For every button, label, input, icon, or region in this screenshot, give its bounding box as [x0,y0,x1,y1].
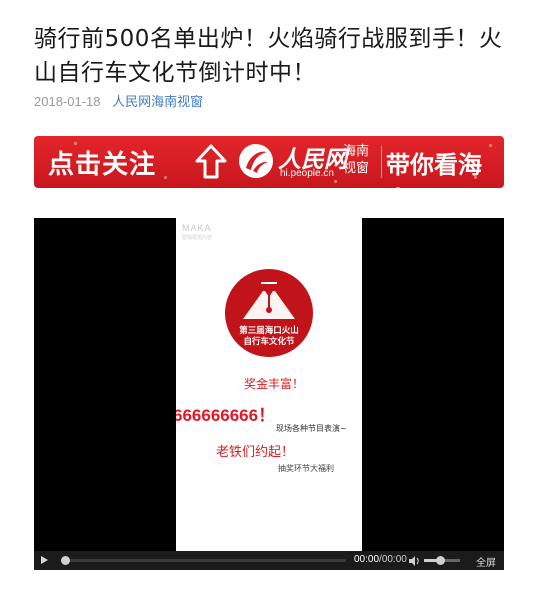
volume-icon[interactable] [408,556,420,566]
festival-emblem: 第三届海口火山 自行车文化节 [225,269,313,357]
up-arrow-icon [195,144,227,179]
article-title: 骑行前500名单出炉！火焰骑行战服到手！火山自行车文化节倒计时中！ [34,26,503,86]
poster-line3: 现场各种节目表演~ [276,424,347,433]
banner-domain-text: hi.people.cn [280,168,334,179]
banner-region-text: 海南视窗 [342,144,369,176]
progress-bar[interactable] [61,556,346,565]
banner-divider [381,146,382,178]
video-player[interactable]: MAKA 营销视觉内容 第三届海口火山 自行车文化节 奖金丰富！ 6666666… [34,218,504,570]
total-time: 00:00 [381,554,407,565]
banner-sparkle [334,180,337,183]
current-time: 00:00 [354,554,380,565]
volume-handle[interactable] [436,556,446,565]
maka-watermark-sub: 营销视觉内容 [182,235,213,241]
people-logo-icon [239,144,273,178]
poster-line4: 老铁们约起！ [216,445,295,460]
progress-handle[interactable] [61,556,70,565]
video-controls: 00:00/00:00 全屏 [34,551,504,570]
time-display: 00:00/00:00 [354,554,407,565]
volume-slider[interactable] [424,556,460,565]
banner-follow-text: 点击关注 [48,150,157,180]
play-button[interactable] [41,556,48,564]
banner-slogan-text: 带你看海南 [386,151,482,188]
article-date: 2018-01-18 [34,94,101,109]
maka-watermark: MAKA [182,223,212,233]
article-meta: 2018-01-18 人民网海南视窗 [34,91,203,110]
article-source-link[interactable]: 人民网海南视窗 [112,94,203,109]
follow-banner[interactable]: 点击关注 人民网 hi.people.cn 海南视窗 带你看海南 [34,136,504,188]
poster-line1: 奖金丰富！ [244,377,305,391]
fullscreen-button[interactable]: 全屏 [476,554,496,569]
video-poster[interactable]: MAKA 营销视觉内容 第三届海口火山 自行车文化节 奖金丰富！ 6666666… [176,218,362,551]
poster-line5: 抽奖环节大福利 [278,464,334,473]
poster-line2: 666666666！ [176,406,276,425]
banner-sparkle [164,176,167,179]
emblem-line2: 自行车文化节 [243,337,295,347]
